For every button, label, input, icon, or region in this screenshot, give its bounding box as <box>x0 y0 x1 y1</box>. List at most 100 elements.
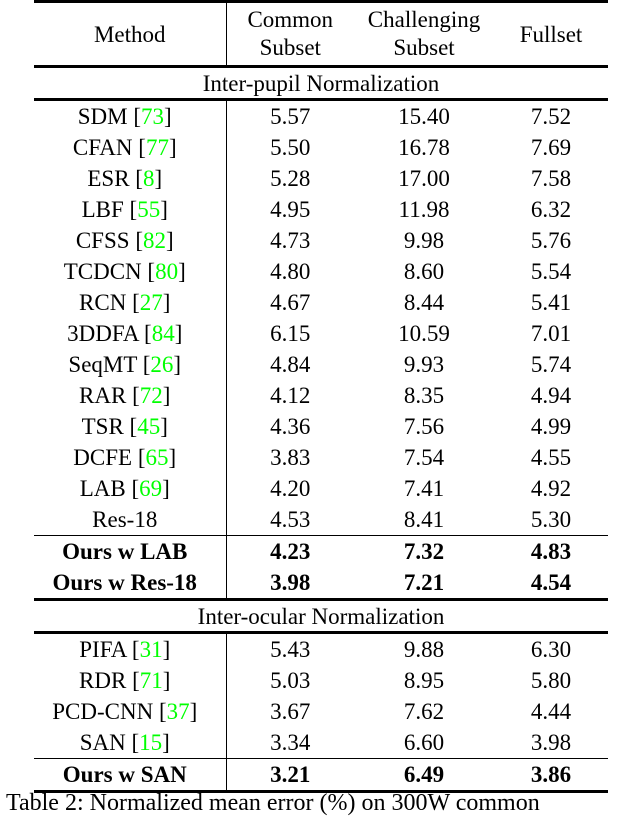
reference-number[interactable]: 65 <box>146 445 169 470</box>
reference-number[interactable]: 37 <box>167 699 190 724</box>
column-header-method: Method <box>34 3 227 67</box>
method-name: PIFA <box>79 637 127 662</box>
cell-challenging-subset: 8.41 <box>403 507 445 532</box>
reference-number[interactable]: 77 <box>146 135 169 160</box>
cell-method: CFAN [77] <box>34 132 227 163</box>
cell-common-subset: 4.12 <box>270 383 311 408</box>
cell-method: Res-18 <box>34 504 227 536</box>
cell-challenging-subset: 8.35 <box>403 383 445 408</box>
cell-method: Ours w Res-18 <box>34 567 227 600</box>
reference-number[interactable]: 55 <box>137 197 160 222</box>
reference-number[interactable]: 71 <box>140 668 163 693</box>
reference-bracket-open: [ <box>126 383 140 408</box>
reference-bracket-close: ] <box>168 445 177 470</box>
cell-challenging-subset: 7.56 <box>403 414 445 439</box>
results-table-container: Method Common Subset Challenging Subset Fulls… <box>34 0 608 794</box>
section-title: Inter-ocular Normalization <box>197 603 445 629</box>
cell-fullset: 7.01 <box>530 321 572 346</box>
reference-number[interactable]: 31 <box>140 637 163 662</box>
method-name: CFSS <box>75 228 130 253</box>
cell-common-subset: 5.43 <box>270 637 311 662</box>
cell-challenging-subset: 9.88 <box>403 637 445 662</box>
method-name: SeqMT <box>68 352 137 377</box>
reference-number[interactable]: 73 <box>141 104 164 129</box>
cell-fullset: 5.41 <box>530 290 572 315</box>
cell-common-subset: 5.50 <box>270 135 311 160</box>
cell-method: TSR [45] <box>34 411 227 442</box>
cell-common-subset: 4.20 <box>270 476 311 501</box>
reference-number[interactable]: 69 <box>139 476 162 501</box>
cell-method: DCFE [65] <box>34 442 227 473</box>
cell-method: ESR [8] <box>34 163 227 194</box>
table-row: LBF [55] 4.95 11.98 6.32 <box>34 194 608 225</box>
method-name: RCN <box>79 290 127 315</box>
cell-fullset: 7.69 <box>530 135 572 160</box>
cell-fullset: 7.52 <box>530 104 572 129</box>
cell-method: Ours w SAN <box>34 759 227 792</box>
cell-method: 3DDFA [84] <box>34 318 227 349</box>
column-header-challenging-subset: Challenging Subset <box>354 3 494 67</box>
reference-number[interactable]: 72 <box>140 383 163 408</box>
reference-bracket-close: ] <box>178 259 186 284</box>
reference-bracket-open: [ <box>138 321 152 346</box>
results-table: Method Common Subset Challenging Subset Fulls… <box>34 0 608 794</box>
reference-number[interactable]: 84 <box>152 321 175 346</box>
column-header-challenging-subset-line2: Subset <box>393 35 455 60</box>
reference-number[interactable]: 80 <box>155 259 178 284</box>
cell-challenging-subset: 8.60 <box>403 259 445 284</box>
reference-number[interactable]: 27 <box>140 290 163 315</box>
cell-common-subset: 5.57 <box>270 104 311 129</box>
cell-fullset: 3.98 <box>530 730 572 755</box>
reference-bracket-open: [ <box>129 166 143 191</box>
reference-bracket-close: ] <box>160 197 168 222</box>
reference-bracket-open: [ <box>131 476 140 501</box>
table-row: RDR [71] 5.03 8.95 5.80 <box>34 665 608 696</box>
reference-bracket-close: ] <box>160 414 168 439</box>
cell-fullset: 4.44 <box>530 699 572 724</box>
reference-number[interactable]: 82 <box>143 228 166 253</box>
table-row: CFSS [82] 4.73 9.98 5.76 <box>34 225 608 256</box>
table-row: RAR [72] 4.12 8.35 4.94 <box>34 380 608 411</box>
cell-method: LAB [69] <box>34 473 227 504</box>
cell-method: PIFA [31] <box>34 634 227 665</box>
table-row: Ours w LAB 4.23 7.32 4.83 <box>34 536 608 567</box>
cell-challenging-subset: 7.41 <box>403 476 445 501</box>
table-row: SAN [15] 3.34 6.60 3.98 <box>34 727 608 759</box>
reference-bracket-open: [ <box>126 290 140 315</box>
reference-number[interactable]: 45 <box>137 414 160 439</box>
reference-bracket-close: ] <box>168 135 177 160</box>
reference-bracket-close: ] <box>165 228 174 253</box>
cell-challenging-subset: 10.59 <box>398 321 450 346</box>
reference-number[interactable]: 26 <box>150 352 173 377</box>
cell-common-subset: 4.23 <box>270 539 311 564</box>
cell-method: RCN [27] <box>34 287 227 318</box>
cell-fullset: 5.74 <box>530 352 572 377</box>
table-row: Ours w Res-18 3.98 7.21 4.54 <box>34 567 608 600</box>
reference-bracket-open: [ <box>126 637 140 662</box>
cell-fullset: 5.54 <box>530 259 572 284</box>
cell-fullset: 3.86 <box>530 762 572 787</box>
reference-bracket-open: [ <box>127 104 142 129</box>
method-name: RAR <box>79 383 127 408</box>
cell-common-subset: 4.53 <box>270 507 311 532</box>
reference-bracket-open: [ <box>132 135 146 160</box>
method-name: SDM <box>77 104 128 129</box>
reference-bracket-open: [ <box>137 352 151 377</box>
cell-fullset: 4.92 <box>530 476 572 501</box>
table-row: TSR [45] 4.36 7.56 4.99 <box>34 411 608 442</box>
table-row: DCFE [65] 3.83 7.54 4.55 <box>34 442 608 473</box>
cell-common-subset: 4.73 <box>270 228 311 253</box>
reference-bracket-close: ] <box>162 730 170 755</box>
table-row: PCD-CNN [37] 3.67 7.62 4.44 <box>34 696 608 727</box>
method-name: LAB <box>79 476 132 501</box>
cell-method: SeqMT [26] <box>34 349 227 380</box>
method-name: Ours w LAB <box>62 539 188 564</box>
column-header-common-subset: Common Subset <box>226 3 354 67</box>
method-name: DCFE <box>73 445 133 470</box>
cell-fullset: 4.54 <box>530 570 572 595</box>
cell-method: Ours w LAB <box>34 536 227 567</box>
reference-bracket-close: ] <box>173 352 182 377</box>
reference-number[interactable]: 15 <box>139 730 162 755</box>
reference-number[interactable]: 8 <box>143 166 155 191</box>
reference-bracket-open: [ <box>123 414 138 439</box>
